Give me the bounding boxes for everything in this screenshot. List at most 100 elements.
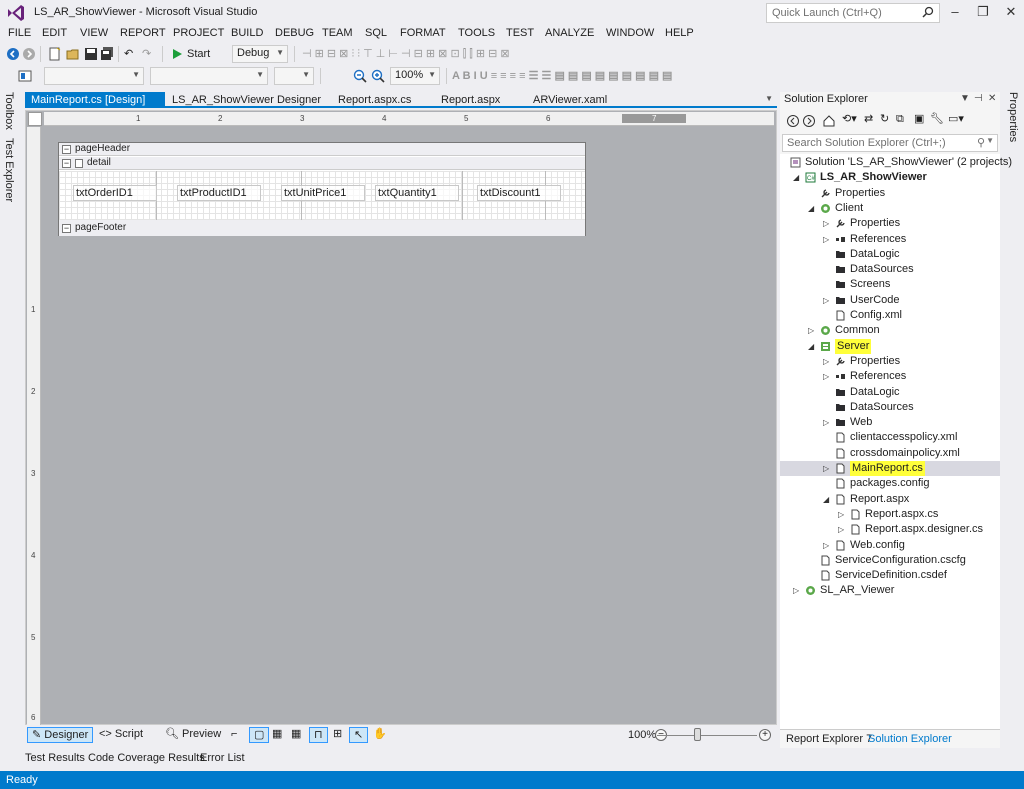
font-size-select[interactable]: ▼ (274, 67, 314, 85)
solution-explorer-search[interactable]: Search Solution Explorer (Ctrl+;) ⚲ ▼ (782, 134, 998, 152)
collapse-all-icon[interactable]: ⧉ (896, 111, 904, 127)
navigate-back-icon[interactable] (6, 47, 20, 61)
start-button[interactable]: Start (187, 46, 210, 62)
ruler-corner[interactable] (28, 112, 42, 126)
menu-window[interactable]: WINDOW (606, 27, 654, 39)
collapsed-arrow-icon[interactable]: ▷ (823, 538, 831, 553)
designer-tab[interactable]: ✎ Designer (27, 727, 94, 743)
menu-report[interactable]: REPORT (120, 27, 166, 39)
menu-team[interactable]: TEAM (322, 27, 353, 39)
collapsed-arrow-icon[interactable]: ▷ (823, 461, 831, 476)
menu-edit[interactable]: EDIT (42, 27, 67, 39)
tree-item[interactable]: ▷ MainReport.cs (780, 461, 1000, 476)
field-txtunitprice1[interactable]: txtUnitPrice1 (281, 185, 365, 201)
collapse-icon[interactable]: − (62, 145, 71, 154)
tree-item[interactable]: ServiceConfiguration.cscfg (780, 553, 1000, 568)
collapsed-arrow-icon[interactable]: ▷ (823, 216, 831, 231)
tree-item[interactable]: DataSources (780, 262, 1000, 277)
home-icon[interactable] (822, 114, 836, 128)
tree-item[interactable]: Screens (780, 277, 1000, 292)
tab-report-explorer[interactable]: Report Explorer 7 (786, 733, 872, 745)
toolbox-tab[interactable]: Toolbox (3, 92, 15, 130)
close-icon[interactable]: ✕ (988, 93, 996, 104)
collapsed-arrow-icon[interactable]: ▷ (823, 415, 831, 430)
menu-test[interactable]: TEST (506, 27, 534, 39)
tree-item[interactable]: ▷ Common (780, 323, 1000, 338)
expanded-arrow-icon[interactable]: ◢ (808, 201, 816, 216)
tab-test-results[interactable]: Test Results (25, 752, 85, 764)
zoom-in-icon[interactable] (371, 69, 385, 83)
show-all-files-icon[interactable]: ▣ (914, 111, 924, 127)
menu-build[interactable]: BUILD (231, 27, 263, 39)
preview-icon[interactable]: ▭▾ (948, 111, 964, 127)
tree-item[interactable]: ▷ Properties (780, 216, 1000, 231)
save-icon[interactable] (84, 47, 98, 61)
page-header-band[interactable]: − pageHeader (59, 143, 585, 156)
tab-error-list[interactable]: Error List (200, 752, 245, 764)
field-txtdiscount1[interactable]: txtDiscount1 (477, 185, 561, 201)
tree-item[interactable]: ◢ Report.aspx (780, 492, 1000, 507)
expanded-arrow-icon[interactable]: ◢ (808, 339, 816, 354)
tree-item[interactable]: crossdomainpolicy.xml (780, 446, 1000, 461)
properties-icon[interactable]: 🔧︎ (930, 111, 944, 127)
back-icon[interactable] (786, 114, 800, 128)
select-pointer-icon[interactable]: ↖ (349, 727, 369, 743)
tree-item[interactable]: ▷ Web (780, 415, 1000, 430)
field-txtquantity1[interactable]: txtQuantity1 (375, 185, 459, 201)
zoom-out-icon[interactable] (353, 69, 367, 83)
font-name-select[interactable]: ▼ (150, 67, 268, 85)
menu-debug[interactable]: DEBUG (275, 27, 314, 39)
open-file-icon[interactable] (66, 47, 80, 61)
report-settings-icon[interactable] (18, 69, 32, 83)
expanded-arrow-icon[interactable]: ◢ (823, 492, 831, 507)
pending-changes-icon[interactable]: ⟲▾ (842, 111, 857, 127)
tab-solution-explorer[interactable]: Solution Explorer (868, 733, 952, 745)
pin-icon[interactable]: ⊣ (974, 93, 983, 104)
tab-report-aspx-cs[interactable]: Report.aspx.cs (332, 92, 417, 108)
redo-icon[interactable]: ↷ (142, 46, 151, 62)
detail-band[interactable]: − detail (59, 157, 585, 170)
tree-item[interactable]: clientaccesspolicy.xml (780, 430, 1000, 445)
script-tab[interactable]: <> Script (95, 727, 147, 743)
align-icon[interactable]: ⊞ (329, 727, 346, 743)
menu-project[interactable]: PROJECT (173, 27, 224, 39)
collapsed-arrow-icon[interactable]: ▷ (823, 293, 831, 308)
zoom-slider[interactable] (657, 735, 757, 736)
ruler-toggle-icon[interactable]: ⌐ (227, 727, 241, 743)
sync-icon[interactable]: ⇄ (864, 111, 873, 127)
menu-tools[interactable]: TOOLS (458, 27, 495, 39)
dimension-lines-icon[interactable]: ▢ (249, 727, 270, 743)
solution-configuration-select[interactable]: Debug ▼ (232, 45, 288, 63)
collapsed-arrow-icon[interactable]: ▷ (793, 583, 801, 598)
tab-mainreport-design[interactable]: MainReport.cs [Design] ⊣ ✕ (25, 92, 165, 119)
menu-analyze[interactable]: ANALYZE (545, 27, 594, 39)
undo-icon[interactable]: ↶ (124, 46, 133, 62)
start-icon[interactable] (170, 47, 184, 61)
tree-item[interactable]: DataSources (780, 400, 1000, 415)
tree-item[interactable]: ▷ References (780, 369, 1000, 384)
tab-ls-ar-showviewer-designer[interactable]: LS_AR_ShowViewer Designer (166, 92, 327, 108)
refresh-icon[interactable]: ↻ (880, 111, 889, 127)
collapse-icon[interactable]: − (62, 224, 71, 233)
report-canvas[interactable]: − pageHeader − detail txtOrderID1 txtPro… (58, 142, 586, 236)
tab-arviewer-xaml[interactable]: ARViewer.xaml (527, 92, 613, 108)
tree-item[interactable]: DataLogic (780, 385, 1000, 400)
tree-item[interactable]: DataLogic (780, 247, 1000, 262)
tree-item[interactable]: Solution 'LS_AR_ShowViewer' (2 projects) (780, 155, 1012, 170)
tree-item[interactable]: packages.config (780, 476, 1000, 491)
properties-tab[interactable]: Properties (1007, 92, 1019, 142)
zoom-in-icon[interactable]: + (759, 729, 771, 741)
zoom-select[interactable]: 100% ▼ (390, 67, 440, 85)
tab-code-coverage-results[interactable]: Code Coverage Results (88, 752, 205, 764)
tree-item[interactable]: ▷ References (780, 232, 1000, 247)
tree-item[interactable]: ◢ Server (780, 338, 1000, 354)
menu-help[interactable]: HELP (665, 27, 694, 39)
minimize-button[interactable]: – (942, 2, 968, 22)
collapsed-arrow-icon[interactable]: ▷ (838, 522, 846, 537)
snap-grid-icon[interactable]: ▦ (287, 727, 305, 743)
field-txtproductid1[interactable]: txtProductID1 (177, 185, 261, 201)
tree-item[interactable]: ◢ Client (780, 201, 1000, 216)
page-footer-band[interactable]: − pageFooter (59, 220, 585, 236)
menu-file[interactable]: FILE (8, 27, 31, 39)
style-select[interactable]: ▼ (44, 67, 144, 85)
